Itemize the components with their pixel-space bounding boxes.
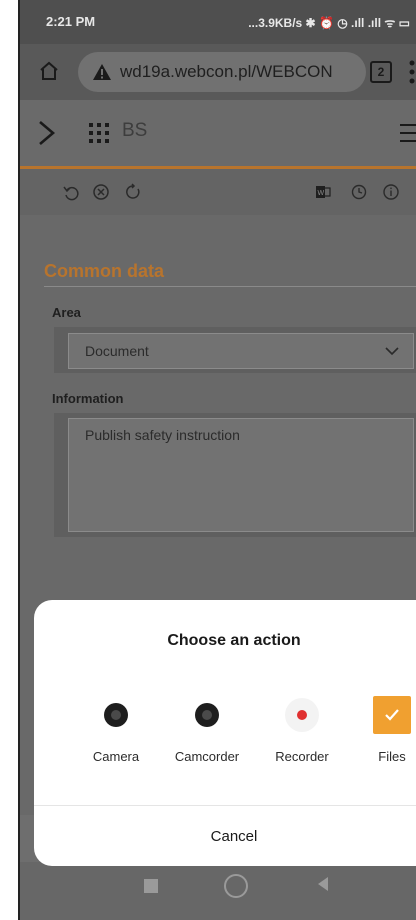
option-label: Files	[378, 749, 406, 764]
apps-grid-icon[interactable]	[88, 122, 110, 144]
warning-icon[interactable]	[92, 62, 112, 82]
status-time: 2:21 PM	[46, 14, 96, 29]
information-label: Information	[52, 391, 124, 406]
option-label: Camera	[92, 749, 140, 764]
history-icon[interactable]	[350, 183, 368, 201]
chevron-down-icon	[385, 347, 399, 356]
refresh-icon[interactable]	[124, 183, 142, 201]
home-button[interactable]	[224, 874, 248, 898]
camera-icon	[96, 695, 136, 735]
app-header: BS	[20, 100, 416, 169]
word-document-icon[interactable]: W	[314, 183, 332, 201]
cancel-circle-icon[interactable]	[92, 183, 110, 201]
android-nav-bar	[20, 862, 416, 920]
app-name: BS	[122, 120, 148, 141]
undo-icon[interactable]	[62, 183, 80, 201]
home-icon[interactable]	[38, 60, 60, 82]
url-text[interactable]: wd19a.webcon.pl/WEBCON	[120, 62, 333, 82]
section-divider	[44, 286, 416, 287]
option-files[interactable]: Files	[352, 695, 416, 764]
option-recorder[interactable]: Recorder	[262, 695, 342, 764]
area-select[interactable]: Document	[68, 333, 414, 369]
information-textarea[interactable]: Publish safety instruction	[68, 418, 414, 532]
recents-button[interactable]	[144, 879, 158, 893]
area-select-value: Document	[85, 343, 149, 359]
option-camcorder[interactable]: Camcorder	[167, 695, 247, 764]
address-bar[interactable]: wd19a.webcon.pl/WEBCON	[78, 52, 366, 92]
status-indicators: ...3.9KB/s ✱ ⏰ ◷ .ıll .ıll ᯤ ▭	[248, 16, 410, 30]
browser-menu-icon[interactable]	[408, 59, 416, 85]
files-icon	[372, 695, 412, 735]
recorder-icon	[282, 695, 322, 735]
browser-url-bar: wd19a.webcon.pl/WEBCON 2	[20, 44, 416, 100]
cancel-button[interactable]: Cancel	[34, 828, 416, 845]
option-label: Recorder	[275, 749, 329, 764]
hamburger-menu-icon[interactable]	[400, 122, 416, 144]
phone-screen: 2:21 PM ...3.9KB/s ✱ ⏰ ◷ .ıll .ıll ᯤ ▭ w…	[20, 0, 416, 920]
section-title: Common data	[44, 261, 165, 281]
status-bar: 2:21 PM ...3.9KB/s ✱ ⏰ ◷ .ıll .ıll ᯤ ▭	[20, 0, 416, 44]
sheet-title: Choose an action	[167, 632, 301, 649]
option-label: Camcorder	[174, 749, 240, 764]
form-toolbar: W	[20, 169, 416, 215]
choose-action-sheet: Choose an action Camera Camcorder Record…	[34, 600, 416, 866]
tab-switcher-button[interactable]: 2	[370, 61, 392, 83]
sheet-divider	[34, 805, 416, 806]
area-label: Area	[52, 305, 81, 320]
camcorder-icon	[187, 695, 227, 735]
svg-text:W: W	[318, 190, 325, 197]
chevron-right-icon[interactable]	[36, 118, 58, 148]
information-value: Publish safety instruction	[85, 427, 240, 443]
info-icon[interactable]	[382, 183, 400, 201]
option-camera[interactable]: Camera	[76, 695, 156, 764]
back-button[interactable]	[316, 876, 330, 892]
